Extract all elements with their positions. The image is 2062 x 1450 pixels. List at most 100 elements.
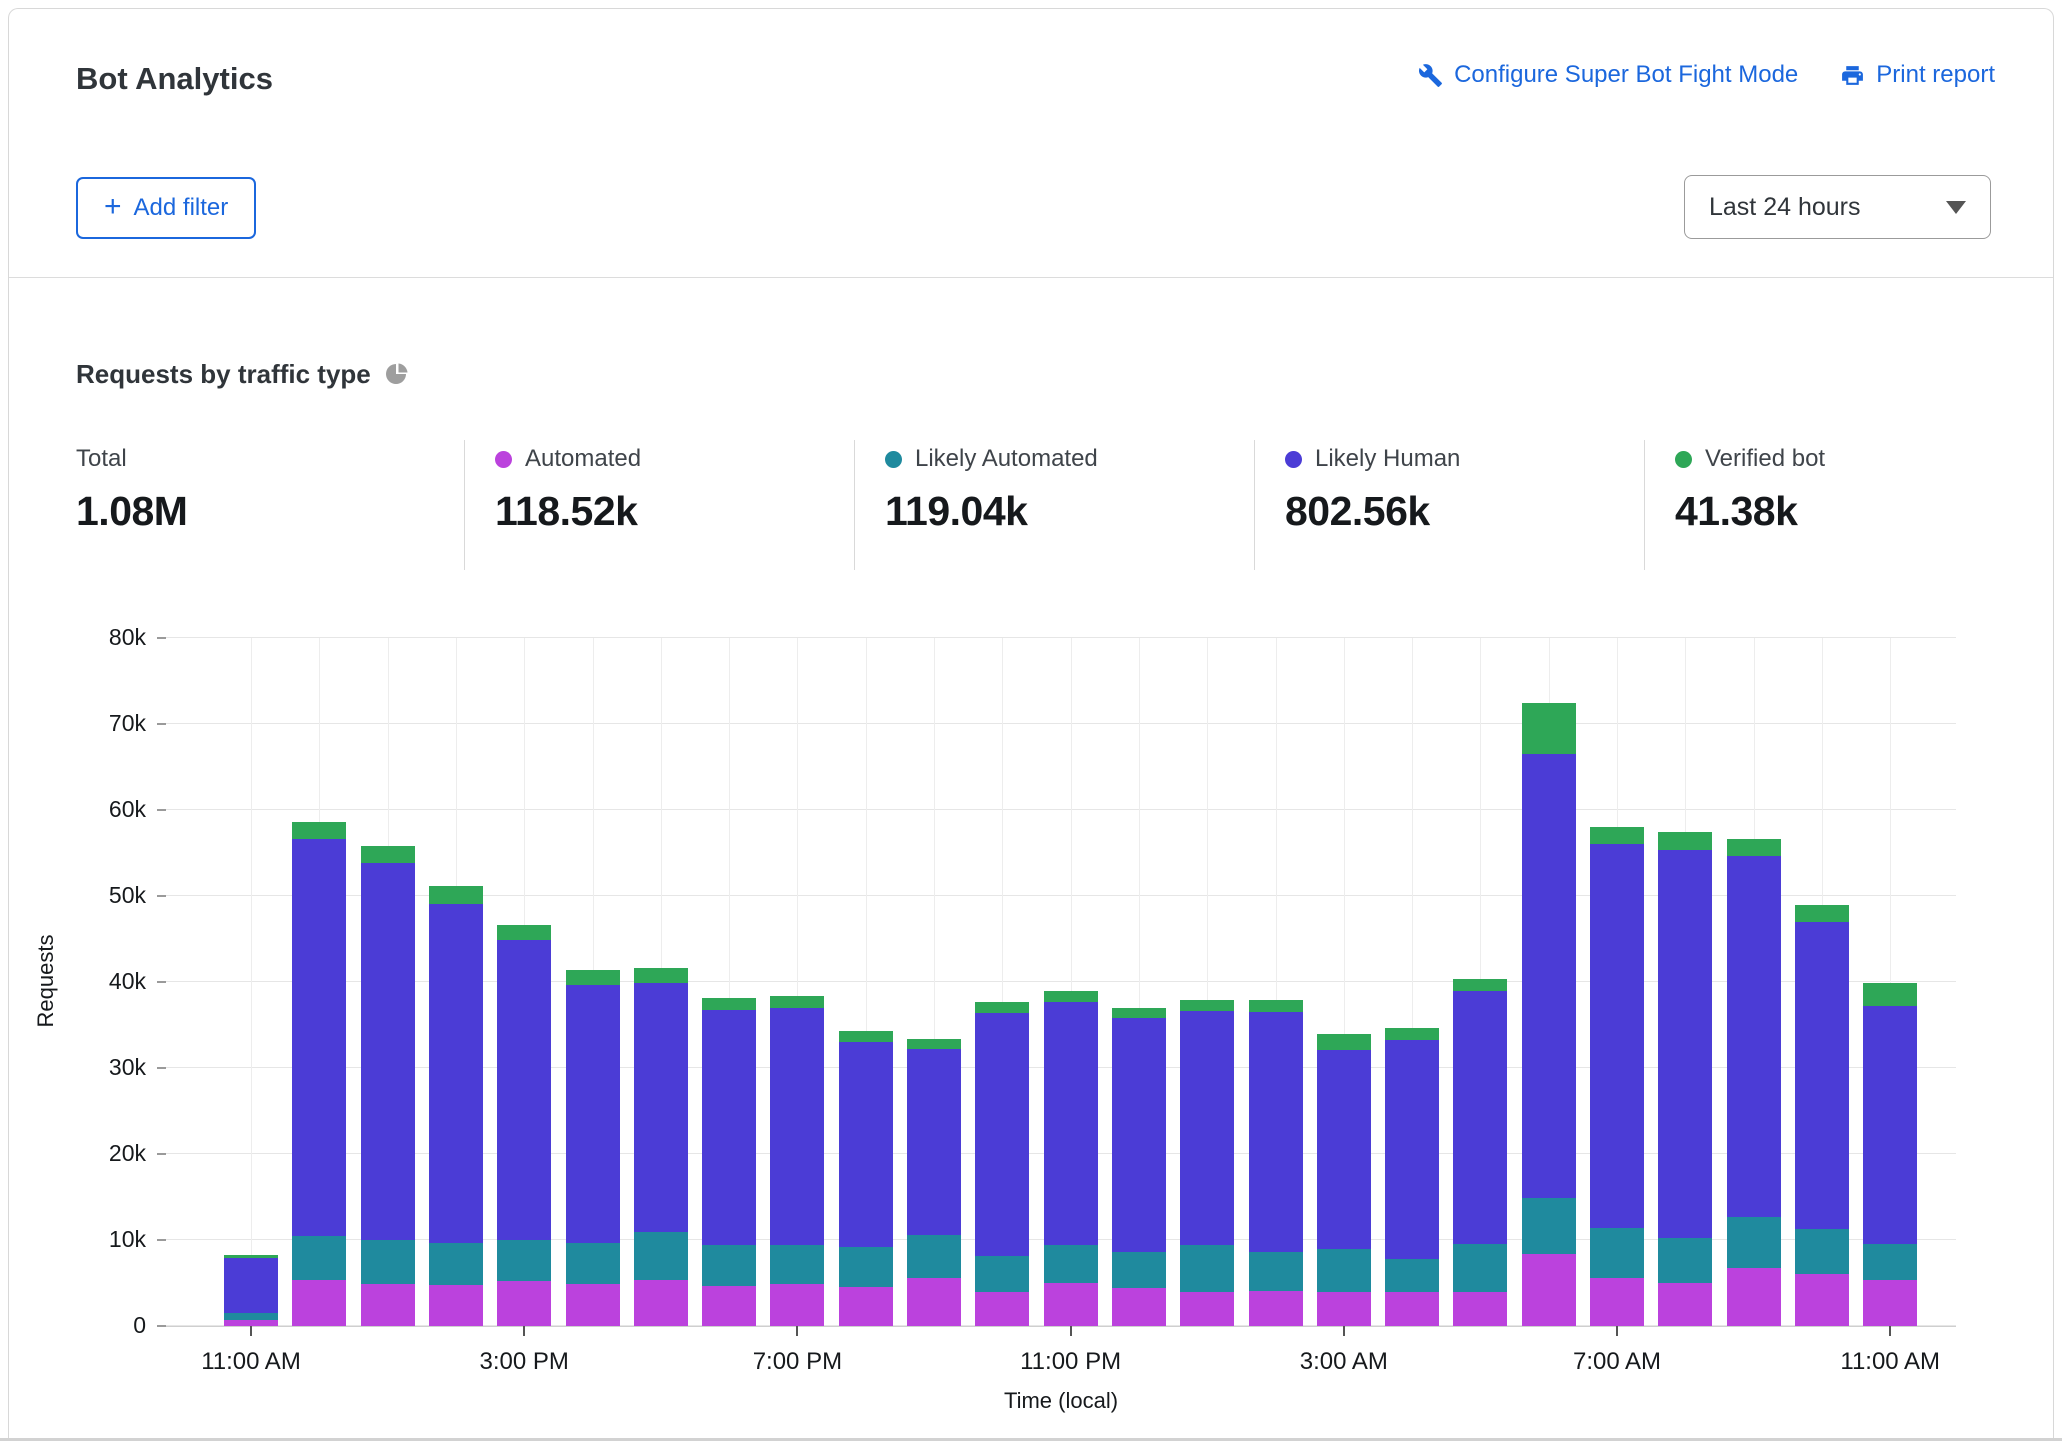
bar-segment-automated xyxy=(1590,1278,1644,1326)
stat-value: 1.08M xyxy=(76,488,464,535)
bar-segment-likely-human xyxy=(1863,1006,1917,1244)
stat-likely-automated: Likely Automated119.04k xyxy=(854,440,1254,570)
y-tick-mark xyxy=(157,1325,166,1327)
bar-segment-likely-automated xyxy=(634,1232,688,1280)
bar-segment-verified-bot xyxy=(224,1255,278,1258)
bar-segment-likely-human xyxy=(1795,922,1849,1229)
configure-super-bot-fight-mode-link[interactable]: Configure Super Bot Fight Mode xyxy=(1418,61,1798,89)
stat-label: Verified bot xyxy=(1705,445,1825,473)
bar-1-00-pm xyxy=(361,638,415,1326)
x-tick-label: 11:00 PM xyxy=(1020,1348,1121,1376)
configure-link-label: Configure Super Bot Fight Mode xyxy=(1454,61,1798,89)
bar-segment-likely-human xyxy=(566,985,620,1244)
bar-segment-likely-automated xyxy=(839,1247,893,1287)
legend-dot xyxy=(495,451,512,468)
y-tick-label: 50k xyxy=(76,882,146,909)
card-header: Bot Analytics Configure Super Bot Fight … xyxy=(9,9,2053,278)
bar-segment-likely-human xyxy=(1180,1011,1234,1245)
bar-segment-verified-bot xyxy=(566,970,620,985)
bar-segment-verified-bot xyxy=(975,1002,1029,1013)
bar-segment-automated xyxy=(1249,1291,1303,1326)
bar-segment-automated xyxy=(1795,1274,1849,1326)
bar-segment-verified-bot xyxy=(361,846,415,863)
y-tick-label: 10k xyxy=(76,1226,146,1253)
bar-6-00-pm xyxy=(702,638,756,1326)
bar-segment-verified-bot xyxy=(634,968,688,983)
bar-segment-automated xyxy=(770,1284,824,1326)
wrench-icon xyxy=(1418,63,1443,88)
x-tick-mark xyxy=(250,1326,252,1336)
stat-value: 41.38k xyxy=(1675,488,2053,535)
bar-12-00-am xyxy=(1112,638,1166,1326)
bar-segment-likely-automated xyxy=(1453,1244,1507,1291)
stat-label: Likely Human xyxy=(1315,445,1460,473)
bar-4-00-am xyxy=(1385,638,1439,1326)
bar-6-00-am xyxy=(1522,638,1576,1326)
bar-segment-likely-automated xyxy=(292,1236,346,1280)
bar-segment-automated xyxy=(566,1284,620,1326)
bar-segment-likely-automated xyxy=(1658,1238,1712,1283)
x-axis-title: Time (local) xyxy=(1004,1388,1118,1414)
x-tick-mark xyxy=(523,1326,525,1336)
time-range-value: Last 24 hours xyxy=(1709,193,1861,222)
bar-segment-likely-automated xyxy=(770,1245,824,1284)
y-tick-label: 60k xyxy=(76,796,146,823)
x-tick-label: 11:00 AM xyxy=(201,1348,301,1376)
bar-segment-likely-human xyxy=(1590,844,1644,1228)
x-tick-label: 3:00 PM xyxy=(479,1348,568,1376)
bar-8-00-pm xyxy=(839,638,893,1326)
bar-7-00-pm xyxy=(770,638,824,1326)
add-filter-button[interactable]: + Add filter xyxy=(76,177,256,239)
bar-segment-likely-human xyxy=(429,904,483,1244)
bar-segment-likely-automated xyxy=(1385,1259,1439,1293)
x-tick-mark xyxy=(1343,1326,1345,1336)
bar-segment-verified-bot xyxy=(1522,703,1576,754)
add-filter-label: Add filter xyxy=(134,194,229,222)
bar-segment-likely-automated xyxy=(1249,1252,1303,1291)
bar-segment-verified-bot xyxy=(1044,991,1098,1001)
analytics-card: Bot Analytics Configure Super Bot Fight … xyxy=(8,8,2054,1438)
stat-value: 802.56k xyxy=(1285,488,1644,535)
y-tick-label: 70k xyxy=(76,710,146,737)
print-report-link[interactable]: Print report xyxy=(1840,61,1995,89)
bar-segment-likely-human xyxy=(1249,1012,1303,1252)
x-tick-mark xyxy=(1070,1326,1072,1336)
bar-segment-automated xyxy=(839,1287,893,1326)
legend-dot xyxy=(885,451,902,468)
bar-segment-automated xyxy=(634,1280,688,1326)
bar-segment-automated xyxy=(1385,1292,1439,1326)
y-tick-label: 40k xyxy=(76,968,146,995)
bar-segment-automated xyxy=(497,1281,551,1326)
bar-segment-verified-bot xyxy=(1795,905,1849,922)
bottom-divider xyxy=(0,1438,2062,1441)
bar-segment-verified-bot xyxy=(1658,832,1712,850)
legend-dot xyxy=(1675,451,1692,468)
bar-2-00-pm xyxy=(429,638,483,1326)
time-range-select[interactable]: Last 24 hours xyxy=(1684,175,1991,239)
bar-segment-likely-human xyxy=(292,839,346,1235)
bar-segment-verified-bot xyxy=(497,925,551,940)
bar-segment-automated xyxy=(1180,1292,1234,1326)
bar-segment-likely-automated xyxy=(361,1240,415,1284)
bar-5-00-pm xyxy=(634,638,688,1326)
bar-segment-likely-human xyxy=(361,863,415,1240)
bar-segment-likely-human xyxy=(1112,1018,1166,1252)
y-tick-label: 30k xyxy=(76,1054,146,1081)
bar-segment-likely-automated xyxy=(566,1243,620,1283)
bar-segment-likely-human xyxy=(702,1010,756,1245)
bar-segment-likely-human xyxy=(1727,856,1781,1216)
stat-label: Likely Automated xyxy=(915,445,1098,473)
x-tick-label: 7:00 AM xyxy=(1573,1348,1661,1376)
bar-11-00-am xyxy=(224,638,278,1326)
bar-segment-automated xyxy=(1112,1288,1166,1326)
bar-segment-likely-human xyxy=(1522,754,1576,1198)
bar-segment-verified-bot xyxy=(1727,839,1781,856)
bar-3-00-am xyxy=(1317,638,1371,1326)
bar-segment-likely-human xyxy=(839,1042,893,1247)
bar-segment-verified-bot xyxy=(1180,1000,1234,1011)
bar-segment-verified-bot xyxy=(1590,827,1644,844)
bar-segment-automated xyxy=(702,1286,756,1326)
stat-total: Total1.08M xyxy=(76,440,464,570)
bar-segment-verified-bot xyxy=(1863,983,1917,1006)
section-title-row: Requests by traffic type xyxy=(76,356,2053,392)
